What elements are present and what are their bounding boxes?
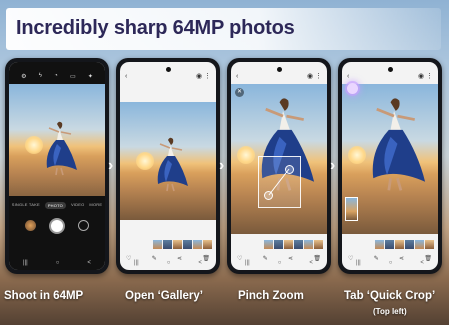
settings-icon[interactable]: ⚙: [21, 73, 26, 80]
phone-quick-crop: ‹ ◉ ⋮ ♡ ✎ ⋖ 🗑 ||| ○ <: [338, 58, 442, 274]
recent-apps-button[interactable]: |||: [23, 260, 28, 266]
effects-icon[interactable]: ✦: [88, 73, 93, 80]
shutter-button[interactable]: [49, 218, 65, 234]
phone-gallery: ‹ ◉ ⋮ ♡ ✎ ⋖ 🗑 ||| ○ <: [116, 58, 220, 274]
caption-quick-crop-sub: (Top left): [373, 307, 407, 316]
switch-camera-button[interactable]: [78, 220, 89, 231]
title-banner: Incredibly sharp 64MP photos: [6, 8, 441, 50]
back-button[interactable]: <: [87, 260, 91, 266]
camera-toolbar: ⚙ ϟ ◔ ▭ ✦: [9, 62, 105, 84]
camera-screen: ⚙ ϟ ◔ ▭ ✦ SINGLE TAKE PHOTO VIDEO MORE |…: [9, 62, 105, 270]
camera-controls: SINGLE TAKE PHOTO VIDEO MORE ||| ○ <: [9, 196, 105, 270]
recent-apps-button[interactable]: |||: [134, 260, 139, 266]
nav-bar: ||| ○ <: [9, 258, 105, 268]
quick-crop-screen: ‹ ◉ ⋮ ♡ ✎ ⋖ 🗑 ||| ○ <: [342, 62, 438, 270]
back-button[interactable]: <: [420, 260, 424, 266]
gallery-photo[interactable]: [120, 102, 216, 220]
gallery-thumbnail-button[interactable]: [25, 220, 36, 231]
flash-icon[interactable]: ϟ: [39, 73, 42, 79]
caption-pinch: Pinch Zoom: [238, 290, 304, 302]
ratio-icon[interactable]: ▭: [70, 73, 76, 80]
zoomed-photo[interactable]: ✕: [231, 84, 327, 234]
view-icons[interactable]: ◉ ⋮: [307, 72, 322, 80]
gallery-screen: ‹ ◉ ⋮ ♡ ✎ ⋖ 🗑 ||| ○ <: [120, 62, 216, 270]
nav-bar: ||| ○ <: [231, 258, 327, 268]
caption-quick-crop: Tab ‘Quick Crop’: [344, 290, 436, 302]
camera-modes: SINGLE TAKE PHOTO VIDEO MORE: [9, 202, 105, 209]
dancer-figure: [46, 121, 77, 176]
mode-photo[interactable]: PHOTO: [44, 202, 66, 209]
recent-apps-button[interactable]: |||: [356, 260, 361, 266]
cropped-photo-thumbnail[interactable]: [345, 197, 358, 221]
caption-gallery: Open ‘Gallery’: [125, 290, 203, 302]
back-arrow-icon[interactable]: ‹: [236, 73, 238, 80]
view-icons[interactable]: ◉ ⋮: [418, 72, 433, 80]
thumbnail-strip[interactable]: [346, 240, 434, 249]
banner-title: Incredibly sharp 64MP photos: [16, 17, 295, 39]
phone-camera: ⚙ ϟ ◔ ▭ ✦ SINGLE TAKE PHOTO VIDEO MORE |…: [5, 58, 109, 274]
dancer-figure: [157, 137, 188, 192]
pinch-zoom-box: [258, 156, 301, 208]
nav-bar: ||| ○ <: [342, 258, 438, 268]
home-button[interactable]: ○: [278, 260, 282, 266]
mode-single-take[interactable]: SINGLE TAKE: [12, 202, 40, 209]
camera-viewfinder[interactable]: [9, 84, 105, 204]
view-icons[interactable]: ◉ ⋮: [196, 72, 211, 80]
gallery-top-bar: ‹ ◉ ⋮: [125, 71, 211, 81]
back-button[interactable]: <: [198, 260, 202, 266]
front-camera: [165, 67, 171, 72]
gallery-top-bar: ‹ ◉ ⋮: [236, 71, 322, 81]
timer-icon[interactable]: ◔: [54, 73, 58, 79]
front-camera: [276, 67, 282, 72]
phone-zoom: ‹ ◉ ⋮ ✕ ♡ ✎ ⋖ 🗑 ||| ○ <: [227, 58, 331, 274]
mode-video[interactable]: VIDEO: [71, 202, 84, 209]
close-icon[interactable]: ✕: [235, 88, 244, 97]
nav-bar: ||| ○ <: [120, 258, 216, 268]
recent-apps-button[interactable]: |||: [245, 260, 250, 266]
caption-shoot: Shoot in 64MP: [4, 290, 84, 302]
back-arrow-icon[interactable]: ‹: [125, 73, 127, 80]
home-button[interactable]: ○: [56, 260, 60, 266]
back-button[interactable]: <: [309, 260, 313, 266]
home-button[interactable]: ○: [389, 260, 393, 266]
pinch-line: [268, 168, 290, 196]
dancer-figure: [372, 98, 426, 191]
back-arrow-icon[interactable]: ‹: [347, 73, 349, 80]
thumbnail-strip[interactable]: [235, 240, 323, 249]
home-button[interactable]: ○: [167, 260, 171, 266]
front-camera: [387, 67, 393, 72]
gallery-top-bar: ‹ ◉ ⋮: [347, 71, 433, 81]
quick-crop-button[interactable]: [347, 83, 358, 94]
zoom-screen: ‹ ◉ ⋮ ✕ ♡ ✎ ⋖ 🗑 ||| ○ <: [231, 62, 327, 270]
mode-more[interactable]: MORE: [89, 202, 102, 209]
thumbnail-strip[interactable]: [124, 240, 212, 249]
